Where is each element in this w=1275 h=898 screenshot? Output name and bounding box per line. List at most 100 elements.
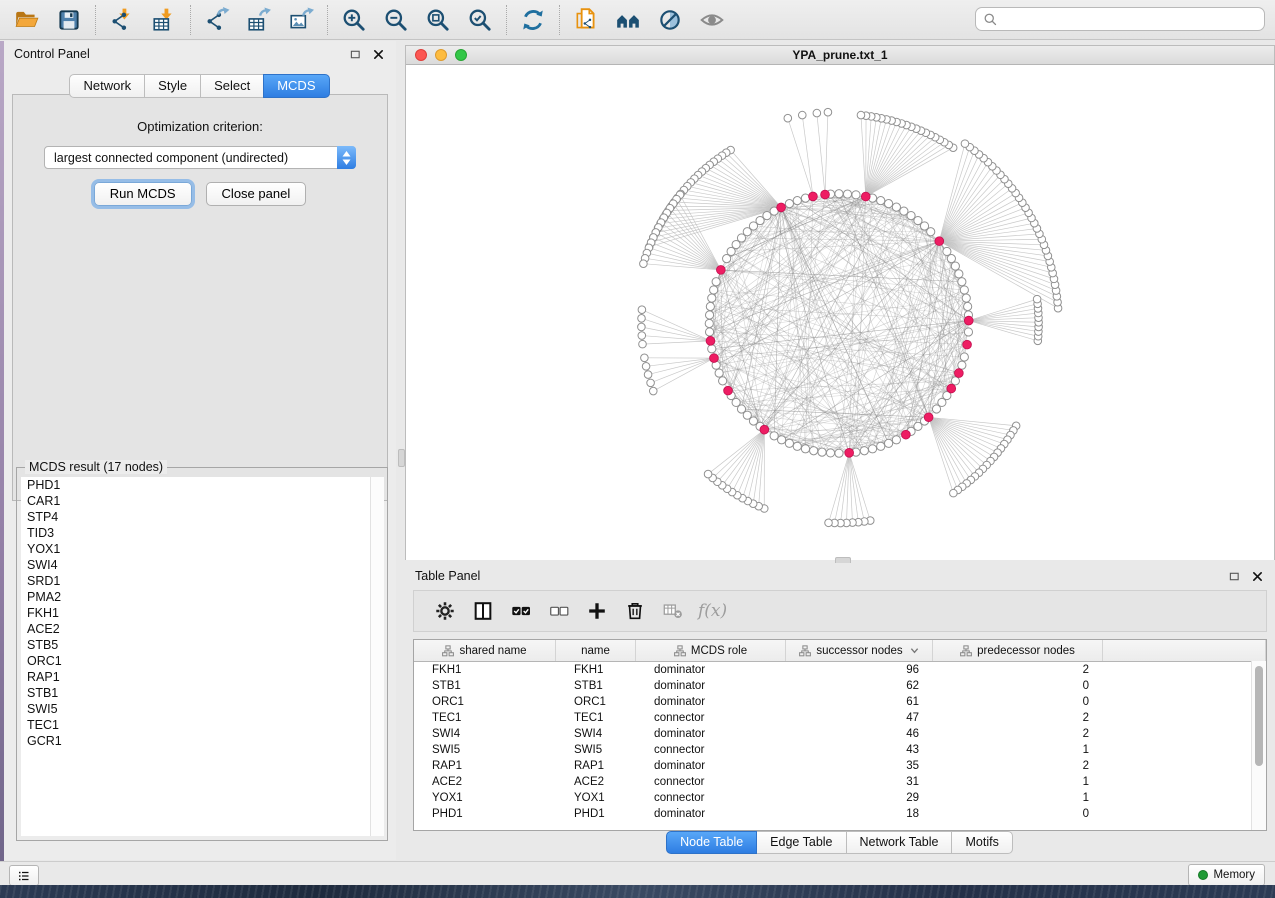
tab-style[interactable]: Style [144,74,201,98]
criterion-select[interactable]: largest connected component (undirected) [44,146,356,169]
close-table-panel-icon[interactable] [1249,569,1265,583]
cell-MCDS-role: dominator [636,806,786,822]
mcds-result-item[interactable]: SRD1 [21,573,371,589]
mcds-result-list[interactable]: PHD1CAR1STP4TID3YOX1SWI4SRD1PMA2FKH1ACE2… [21,477,371,836]
mcds-result-item[interactable]: SWI5 [21,701,371,717]
import-table-button[interactable] [143,3,185,37]
cell-MCDS-role: connector [636,774,786,790]
tab-motifs[interactable]: Motifs [951,831,1012,854]
tab-select[interactable]: Select [200,74,264,98]
close-panel-button[interactable]: Close panel [206,182,307,206]
show-columns-button[interactable] [466,594,500,628]
minimize-window-icon[interactable] [435,49,447,61]
column-header-successor-nodes[interactable]: successor nodes [786,640,933,661]
mcds-result-item[interactable]: STP4 [21,509,371,525]
mcds-list-scrollbar[interactable] [370,477,384,836]
cell-predecessor-nodes: 0 [933,678,1103,694]
delete-column-button[interactable] [618,594,652,628]
column-header-shared-name[interactable]: shared name [414,640,556,661]
table-row[interactable]: SWI5SWI5connector431 [414,742,1266,758]
mcds-result-item[interactable]: CAR1 [21,493,371,509]
column-header-predecessor-nodes[interactable]: predecessor nodes [933,640,1103,661]
vertical-splitter-grip[interactable] [398,449,405,467]
mcds-result-item[interactable]: GCR1 [21,733,371,749]
mcds-result-item[interactable]: STB5 [21,637,371,653]
table-panel-header: Table Panel [405,563,1275,589]
zoom-fit-button[interactable] [417,3,459,37]
table-row[interactable]: FKH1FKH1dominator962 [414,662,1266,678]
node-table-body: FKH1FKH1dominator962STB1STB1dominator620… [414,662,1266,822]
toggle-graphics-details-button[interactable] [649,3,691,37]
mcds-result-item[interactable]: YOX1 [21,541,371,557]
table-row[interactable]: SWI4SWI4dominator462 [414,726,1266,742]
table-row[interactable]: YOX1YOX1connector291 [414,790,1266,806]
table-row[interactable]: ORC1ORC1dominator610 [414,694,1266,710]
zoom-selected-button[interactable] [459,3,501,37]
cell-predecessor-nodes: 1 [933,742,1103,758]
show-hide-eye-button[interactable] [691,3,733,37]
tab-edge-table[interactable]: Edge Table [756,831,846,854]
refresh-view-button[interactable] [512,3,554,37]
zoom-in-button[interactable] [333,3,375,37]
column-header-name[interactable]: name [556,640,636,661]
network-canvas[interactable] [406,64,1274,561]
tab-node-table[interactable]: Node Table [666,831,757,854]
network-snapshot-button[interactable] [565,3,607,37]
function-builder-button[interactable]: f(x) [694,601,727,621]
select-all-button[interactable] [504,594,538,628]
close-window-icon[interactable] [415,49,427,61]
table-scrollbar[interactable] [1251,661,1266,830]
add-column-button[interactable] [580,594,614,628]
vertical-splitter[interactable] [396,41,405,860]
cell-MCDS-role: connector [636,790,786,806]
settings-gear-button[interactable] [428,594,462,628]
zoom-in-icon [341,7,367,33]
export-network-button[interactable] [196,3,238,37]
deselect-all-button[interactable] [542,594,576,628]
network-window-titlebar[interactable]: YPA_prune.txt_1 [406,46,1274,65]
column-label: MCDS role [691,645,747,657]
table-row[interactable]: TEC1TEC1connector472 [414,710,1266,726]
table-row[interactable]: ACE2ACE2connector311 [414,774,1266,790]
zoom-out-button[interactable] [375,3,417,37]
mcds-result-item[interactable]: PMA2 [21,589,371,605]
mcds-result-item[interactable]: ORC1 [21,653,371,669]
tab-network-table[interactable]: Network Table [846,831,953,854]
cell-predecessor-nodes: 2 [933,662,1103,678]
float-table-panel-icon[interactable] [1226,569,1242,583]
mcds-result-item[interactable]: ACE2 [21,621,371,637]
cell-shared-name: YOX1 [414,790,556,806]
mcds-result-item[interactable]: SWI4 [21,557,371,573]
export-image-button[interactable] [280,3,322,37]
delete-table-button[interactable] [656,594,690,628]
table-row[interactable]: PHD1PHD1dominator180 [414,806,1266,822]
task-history-button[interactable] [9,865,39,886]
float-panel-icon[interactable] [347,47,363,61]
maximize-window-icon[interactable] [455,49,467,61]
table-row[interactable]: RAP1RAP1dominator352 [414,758,1266,774]
mcds-result-item[interactable]: FKH1 [21,605,371,621]
cell-successor-nodes: 29 [786,790,933,806]
table-row[interactable]: STB1STB1dominator620 [414,678,1266,694]
close-panel-icon[interactable] [370,47,386,61]
cell-shared-name: SWI5 [414,742,556,758]
search-input[interactable] [1003,11,1264,27]
mcds-result-item[interactable]: TID3 [21,525,371,541]
import-network-button[interactable] [101,3,143,37]
column-header-MCDS-role[interactable]: MCDS role [636,640,786,661]
search-box[interactable] [975,7,1265,31]
mcds-result-item[interactable]: TEC1 [21,717,371,733]
tab-mcds[interactable]: MCDS [263,74,329,98]
mcds-result-item[interactable]: RAP1 [21,669,371,685]
tab-network[interactable]: Network [69,74,145,98]
save-session-button[interactable] [48,3,90,37]
first-neighbors-button[interactable] [607,3,649,37]
mcds-result-item[interactable]: STB1 [21,685,371,701]
criterion-selected-value: largest connected component (undirected) [54,151,288,165]
table-scrollbar-thumb[interactable] [1255,666,1263,766]
memory-button[interactable]: Memory [1188,864,1265,886]
mcds-result-item[interactable]: PHD1 [21,477,371,493]
run-mcds-button[interactable]: Run MCDS [94,182,192,206]
export-table-button[interactable] [238,3,280,37]
open-session-button[interactable] [6,3,48,37]
